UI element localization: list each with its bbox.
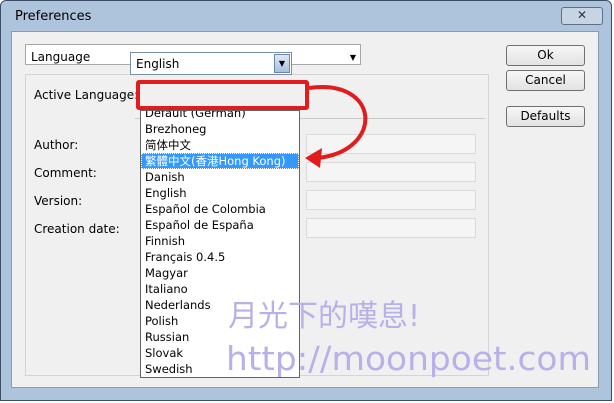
annotation-arrow-curve bbox=[308, 85, 368, 160]
annotation-arrow-head bbox=[305, 148, 322, 168]
annotation-overlay: 月光下的嘆息! http://moonpoet.com bbox=[226, 85, 591, 378]
watermark-line-1: 月光下的嘆息! bbox=[228, 299, 420, 334]
watermark-line-2: http://moonpoet.com bbox=[226, 339, 591, 378]
